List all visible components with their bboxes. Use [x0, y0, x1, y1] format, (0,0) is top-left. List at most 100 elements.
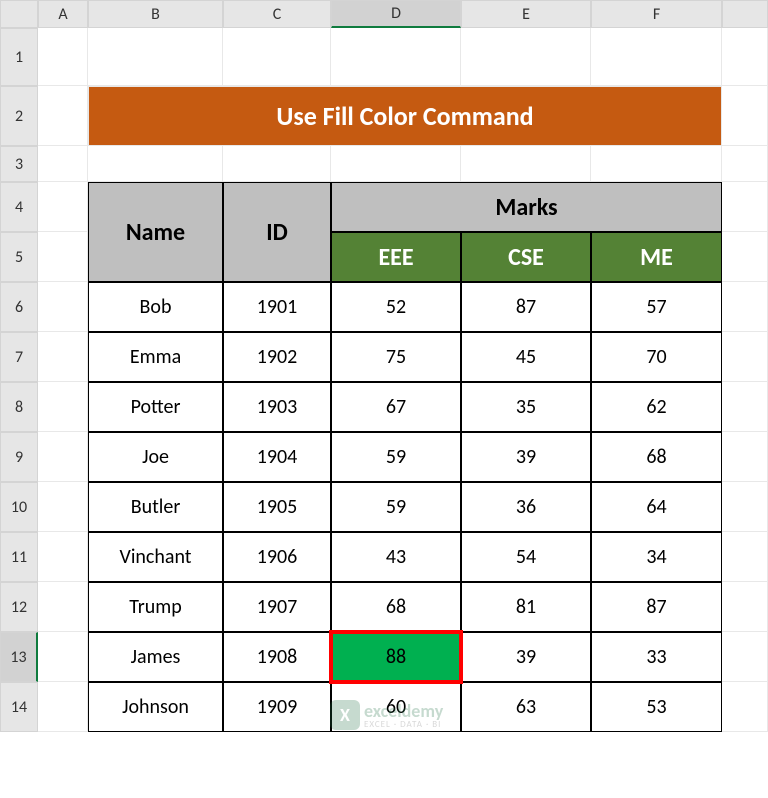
cell-mark[interactable]: 52 [331, 282, 461, 332]
cell-name[interactable]: Vinchant [88, 532, 223, 582]
cell-name[interactable]: Joe [88, 432, 223, 482]
cell-mark[interactable]: 68 [331, 582, 461, 632]
row-header-7[interactable]: 7 [0, 332, 38, 382]
row-header-4[interactable]: 4 [0, 182, 38, 232]
row-header-9[interactable]: 9 [0, 432, 38, 482]
column-header-D[interactable]: D [331, 0, 461, 28]
select-all-corner[interactable] [0, 0, 38, 28]
cell-mark[interactable]: 43 [331, 532, 461, 582]
cell-blank[interactable] [722, 382, 768, 432]
column-header-E[interactable]: E [461, 0, 591, 28]
cell-blank[interactable] [591, 28, 722, 86]
cell-id[interactable]: 1907 [223, 582, 331, 632]
cell-blank[interactable] [331, 28, 461, 86]
cell-blank[interactable] [38, 86, 88, 146]
cell-name[interactable]: James [88, 632, 223, 682]
cell-mark[interactable]: 39 [461, 432, 591, 482]
cell-mark[interactable]: 33 [591, 632, 722, 682]
cell-mark[interactable]: 75 [331, 332, 461, 382]
cell-mark[interactable]: 67 [331, 382, 461, 432]
cell-blank[interactable] [461, 28, 591, 86]
cell-mark[interactable]: 45 [461, 332, 591, 382]
row-header-13[interactable]: 13 [0, 632, 38, 682]
cell-mark[interactable]: 59 [331, 482, 461, 532]
cell-name[interactable]: Bob [88, 282, 223, 332]
cell-blank[interactable] [223, 146, 331, 182]
cell-id[interactable]: 1905 [223, 482, 331, 532]
cell-id[interactable]: 1901 [223, 282, 331, 332]
cell-blank[interactable] [722, 482, 768, 532]
cell-blank[interactable] [38, 28, 88, 86]
cell-id[interactable]: 1908 [223, 632, 331, 682]
cell-blank[interactable] [38, 282, 88, 332]
cell-blank[interactable] [722, 332, 768, 382]
row-header-8[interactable]: 8 [0, 382, 38, 432]
cell-mark[interactable]: 57 [591, 282, 722, 332]
cell-blank[interactable] [722, 28, 768, 86]
cell-blank[interactable] [722, 232, 768, 282]
row-header-2[interactable]: 2 [0, 86, 38, 146]
cell-blank[interactable] [88, 146, 223, 182]
cell-mark[interactable]: 54 [461, 532, 591, 582]
column-header-C[interactable]: C [223, 0, 331, 28]
row-header-11[interactable]: 11 [0, 532, 38, 582]
cell-mark[interactable]: 34 [591, 532, 722, 582]
cell-blank[interactable] [722, 432, 768, 482]
row-header-14[interactable]: 14 [0, 682, 38, 732]
active-cell[interactable]: 88 [331, 632, 461, 682]
cell-mark[interactable]: 59 [331, 432, 461, 482]
cell-mark[interactable]: 68 [591, 432, 722, 482]
cell-name[interactable]: Potter [88, 382, 223, 432]
cell-mark[interactable]: 81 [461, 582, 591, 632]
cell-mark[interactable]: 87 [461, 282, 591, 332]
cell-blank[interactable] [223, 28, 331, 86]
cell-mark[interactable]: 63 [461, 682, 591, 732]
row-header-12[interactable]: 12 [0, 582, 38, 632]
cell-blank[interactable] [722, 182, 768, 232]
cell-mark[interactable]: 35 [461, 382, 591, 432]
cell-blank[interactable] [38, 482, 88, 532]
cell-blank[interactable] [331, 146, 461, 182]
cell-blank[interactable] [38, 332, 88, 382]
cell-blank[interactable] [38, 632, 88, 682]
column-header-A[interactable]: A [38, 0, 88, 28]
cell-name[interactable]: Emma [88, 332, 223, 382]
cell-blank[interactable] [38, 532, 88, 582]
cell-id[interactable]: 1909 [223, 682, 331, 732]
cell-name[interactable]: Trump [88, 582, 223, 632]
row-header-1[interactable]: 1 [0, 28, 38, 86]
cell-blank[interactable] [722, 532, 768, 582]
column-header-B[interactable]: B [88, 0, 223, 28]
cell-blank[interactable] [722, 632, 768, 682]
cell-blank[interactable] [722, 86, 768, 146]
row-header-3[interactable]: 3 [0, 146, 38, 182]
cell-blank[interactable] [38, 146, 88, 182]
cell-mark[interactable]: 87 [591, 582, 722, 632]
cell-mark[interactable]: 39 [461, 632, 591, 682]
cell-blank[interactable] [591, 146, 722, 182]
cell-blank[interactable] [722, 582, 768, 632]
cell-name[interactable]: Johnson [88, 682, 223, 732]
cell-blank[interactable] [38, 382, 88, 432]
cell-blank[interactable] [38, 232, 88, 282]
cell-blank[interactable] [461, 146, 591, 182]
cell-mark[interactable]: 60 [331, 682, 461, 732]
cell-blank[interactable] [722, 282, 768, 332]
row-header-5[interactable]: 5 [0, 232, 38, 282]
column-header-extra[interactable] [722, 0, 768, 28]
cell-mark[interactable]: 36 [461, 482, 591, 532]
cell-mark[interactable]: 64 [591, 482, 722, 532]
cell-blank[interactable] [88, 28, 223, 86]
cell-id[interactable]: 1904 [223, 432, 331, 482]
cell-mark[interactable]: 70 [591, 332, 722, 382]
cell-mark[interactable]: 53 [591, 682, 722, 732]
row-header-6[interactable]: 6 [0, 282, 38, 332]
cell-blank[interactable] [38, 182, 88, 232]
cell-blank[interactable] [38, 432, 88, 482]
cell-blank[interactable] [38, 682, 88, 732]
cell-blank[interactable] [38, 582, 88, 632]
cell-blank[interactable] [722, 146, 768, 182]
cell-mark[interactable]: 62 [591, 382, 722, 432]
cell-name[interactable]: Butler [88, 482, 223, 532]
cell-blank[interactable] [722, 682, 768, 732]
